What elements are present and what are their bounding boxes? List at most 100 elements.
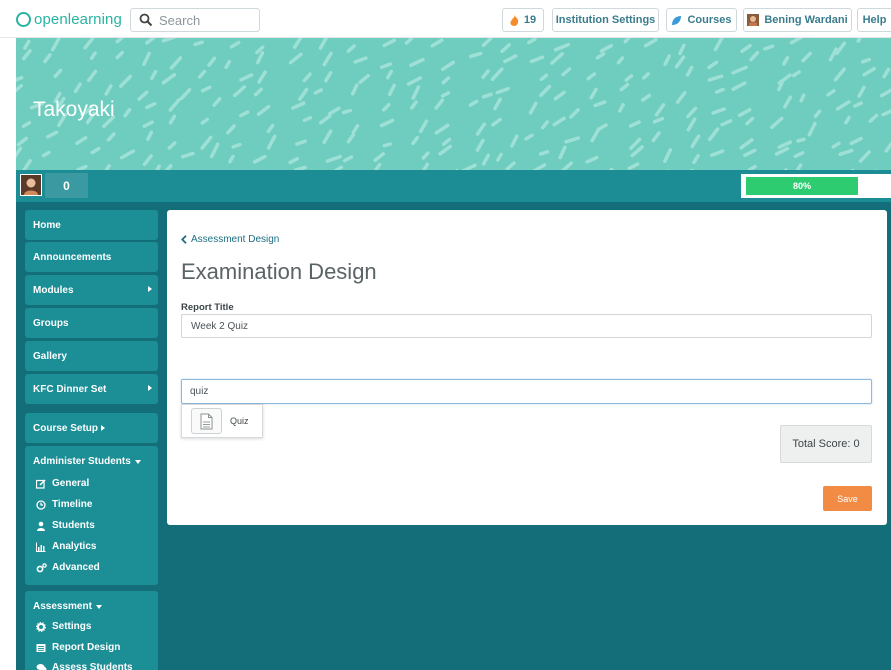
sidebar-subitem-label: Advanced xyxy=(52,562,100,573)
sidebar-item-home[interactable]: Home xyxy=(25,210,158,240)
notifications-button[interactable]: 19 xyxy=(502,8,544,32)
banner-sprinkle xyxy=(440,91,451,98)
banner-sprinkle xyxy=(853,101,864,108)
sidebar-assessment: Assessment Settings Report Design Assess… xyxy=(25,591,158,670)
component-search-input[interactable] xyxy=(181,379,872,404)
sidebar-item-modules[interactable]: Modules xyxy=(25,275,158,305)
banner-sprinkle xyxy=(737,107,752,118)
banner-sprinkle xyxy=(298,87,309,101)
banner-sprinkle xyxy=(179,87,192,101)
banner-sprinkle xyxy=(475,138,485,152)
sidebar-subitem-advanced[interactable]: Advanced xyxy=(36,562,100,573)
banner-sprinkle xyxy=(526,38,537,45)
banner-sprinkle xyxy=(495,86,510,95)
banner-sprinkle xyxy=(849,136,863,146)
sidebar-subitem-settings[interactable]: Settings xyxy=(36,621,91,632)
banner-sprinkle xyxy=(585,155,599,164)
banner-sprinkle xyxy=(663,54,671,66)
sidebar-subitem-analytics[interactable]: Analytics xyxy=(36,541,96,552)
assessment-toggle[interactable]: Assessment xyxy=(33,601,102,612)
banner-sprinkle xyxy=(43,53,52,64)
banner-sprinkle xyxy=(642,72,650,80)
sidebar-item-groups[interactable]: Groups xyxy=(25,308,158,338)
sidebar-item-course-setup[interactable]: Course Setup xyxy=(25,413,158,443)
banner-sprinkle xyxy=(593,100,607,108)
banner-sprinkle xyxy=(690,134,701,149)
banner-sprinkle xyxy=(346,44,356,53)
banner-sprinkle xyxy=(663,148,673,164)
banner-sprinkle xyxy=(503,54,518,64)
banner-sprinkle xyxy=(595,52,606,60)
banner-sprinkle xyxy=(291,101,306,110)
edit-icon xyxy=(36,478,49,489)
banner-sprinkle xyxy=(288,52,303,65)
sidebar-item-kfc-dinner-set[interactable]: KFC Dinner Set xyxy=(25,374,158,404)
report-title-input[interactable] xyxy=(181,314,872,338)
banner-sprinkle xyxy=(409,57,425,68)
banner-sprinkle xyxy=(879,88,891,98)
banner-sprinkle xyxy=(411,85,421,100)
banner-sprinkle xyxy=(791,70,801,78)
banner-sprinkle xyxy=(226,124,236,135)
banner-sprinkle xyxy=(713,38,724,52)
administer-students-toggle[interactable]: Administer Students xyxy=(33,456,141,467)
banner-sprinkle xyxy=(569,108,580,119)
banner-sprinkle xyxy=(440,60,456,72)
banner-sprinkle xyxy=(538,150,550,156)
banner-sprinkle xyxy=(881,109,891,117)
banner-sprinkle xyxy=(831,141,841,149)
back-to-assessment-design-link[interactable]: Assessment Design xyxy=(181,234,279,245)
banner-sprinkle xyxy=(145,101,157,110)
banner-sprinkle xyxy=(50,38,61,52)
banner-sprinkle xyxy=(540,120,550,130)
sidebar-subitem-report-design[interactable]: Report Design xyxy=(36,642,120,653)
banner-sprinkle xyxy=(783,95,793,109)
banner-sprinkle xyxy=(239,73,254,82)
banner-sprinkle xyxy=(857,85,866,98)
banner-sprinkle xyxy=(882,67,891,79)
sidebar-subitem-label: Analytics xyxy=(52,541,97,552)
banner-sprinkle xyxy=(627,162,640,170)
fire-icon xyxy=(510,14,519,26)
banner-sprinkle xyxy=(707,127,720,142)
banner-sprinkle xyxy=(73,82,82,94)
banner-sprinkle xyxy=(53,68,63,79)
notifications-count: 19 xyxy=(523,14,537,26)
help-button[interactable]: Help xyxy=(857,8,891,32)
banner-sprinkle xyxy=(743,148,757,158)
banner-sprinkle xyxy=(707,74,724,82)
sidebar-item-gallery[interactable]: Gallery xyxy=(25,341,158,371)
user-status-bar: 0 80% xyxy=(16,170,891,202)
banner-sprinkle xyxy=(21,159,32,170)
banner-sprinkle xyxy=(75,136,88,145)
user-icon xyxy=(36,521,49,531)
sidebar-subitem-timeline[interactable]: Timeline xyxy=(36,499,92,510)
course-progress-bar: 80% xyxy=(741,174,891,198)
banner-sprinkle xyxy=(350,83,359,96)
avatar[interactable] xyxy=(20,174,42,196)
banner-sprinkle xyxy=(731,81,747,91)
banner-sprinkle xyxy=(142,51,151,67)
banner-sprinkle xyxy=(623,38,631,44)
user-menu-button[interactable]: Bening Wardani xyxy=(743,8,852,32)
administer-students-title: Administer Students xyxy=(33,456,131,467)
sidebar-subitem-students[interactable]: Students xyxy=(36,520,95,531)
search-box[interactable] xyxy=(130,8,260,32)
save-button[interactable]: Save xyxy=(823,486,872,511)
courses-button[interactable]: Courses xyxy=(666,8,737,32)
banner-sprinkle xyxy=(599,43,614,53)
list-icon xyxy=(36,643,49,653)
sidebar-subitem-assess-students[interactable]: Assess Students xyxy=(36,662,133,670)
institution-settings-button[interactable]: Institution Settings xyxy=(552,8,659,32)
banner-sprinkle xyxy=(763,44,775,51)
banner-sprinkle xyxy=(628,120,641,128)
openlearning-logo[interactable]: openlearning xyxy=(16,9,122,29)
banner-sprinkle xyxy=(288,156,300,165)
banner-sprinkle xyxy=(789,38,804,45)
banner-sprinkle xyxy=(564,136,581,144)
search-input[interactable] xyxy=(159,12,255,28)
autocomplete-suggestion-quiz[interactable]: Quiz xyxy=(181,404,263,438)
sidebar-item-announcements[interactable]: Announcements xyxy=(25,242,158,272)
assessment-title: Assessment xyxy=(33,601,92,612)
sidebar-subitem-general[interactable]: General xyxy=(36,478,89,489)
